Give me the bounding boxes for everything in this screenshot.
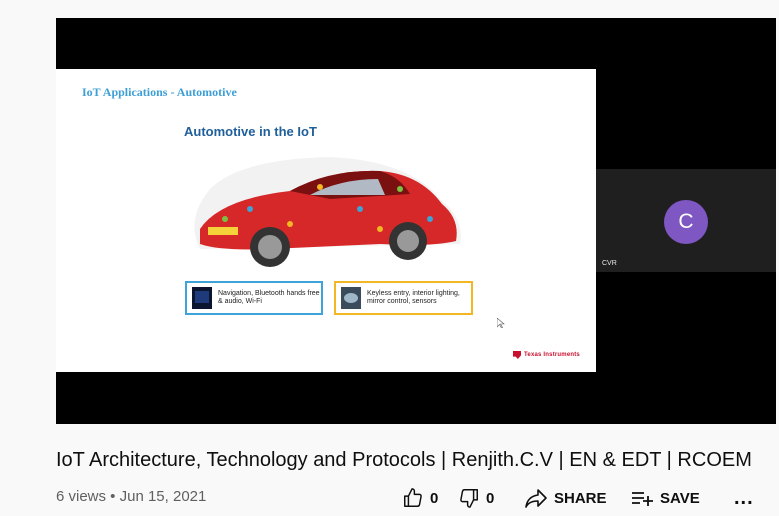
like-count: 0: [430, 489, 439, 507]
car-illustration: [194, 157, 461, 267]
more-actions-button[interactable]: ...: [734, 487, 754, 510]
share-label: SHARE: [554, 489, 607, 507]
thumbs-up-icon: [404, 488, 422, 507]
key-fob-icon: [341, 287, 361, 309]
dashboard-screen-icon: [192, 287, 212, 309]
mouse-cursor-icon: [497, 318, 505, 328]
participant-name: CVR: [602, 260, 617, 267]
feature-box-navigation: Navigation, Bluetooth hands free & audio…: [185, 281, 323, 315]
dislike-button[interactable]: 0: [458, 487, 524, 509]
ti-logo-icon: [513, 351, 521, 359]
participant-avatar: C: [664, 200, 708, 244]
slide-title: IoT Applications - Automotive: [82, 85, 237, 99]
feature-text-navigation: Navigation, Bluetooth hands free & audio…: [218, 290, 320, 305]
slide-heading: Automotive in the IoT: [184, 124, 317, 139]
feature-text-keyless: Keyless entry, interior lighting, mirror…: [367, 290, 460, 305]
feature-box-keyless: Keyless entry, interior lighting, mirror…: [334, 281, 473, 315]
video-meta: 6 views • Jun 15, 2021: [56, 488, 207, 505]
save-button[interactable]: SAVE: [630, 488, 734, 508]
video-player[interactable]: IoT Applications - Automotive Automotive…: [56, 18, 776, 424]
save-label: SAVE: [660, 489, 700, 507]
presentation-slide: IoT Applications - Automotive Automotive…: [56, 69, 596, 372]
video-title: IoT Architecture, Technology and Protoco…: [56, 449, 752, 471]
participant-tile: C CVR: [596, 169, 776, 272]
share-button[interactable]: SHARE: [524, 487, 630, 509]
dislike-count: 0: [486, 489, 495, 507]
thumbs-down-icon: [460, 489, 478, 508]
ti-logo-text: Texas Instruments: [524, 352, 580, 358]
like-button[interactable]: 0: [402, 487, 458, 509]
add-to-playlist-icon: [632, 492, 653, 506]
video-actions: 0 0 SHARE SAVE ...: [402, 486, 754, 510]
share-arrow-icon: [525, 489, 547, 508]
more-horizontal-icon: ...: [734, 486, 754, 509]
texas-instruments-logo: Texas Instruments: [513, 351, 580, 359]
